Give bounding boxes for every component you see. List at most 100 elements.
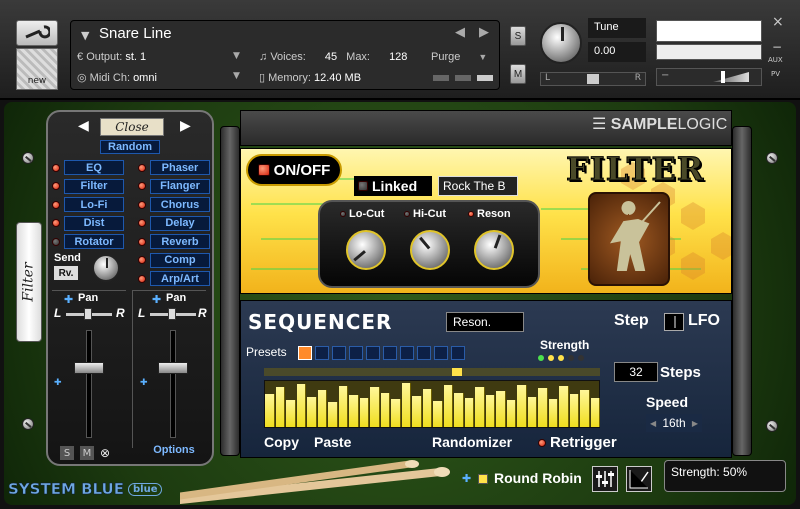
new-button[interactable]: new [16,48,58,90]
volume-slider[interactable]: − [656,68,762,86]
fx-led-icon[interactable] [52,163,60,172]
close-instrument-button[interactable]: × [772,14,784,30]
sequencer-step-bar[interactable] [412,395,422,427]
preset-slot[interactable] [315,346,329,360]
send-knob[interactable] [92,254,120,282]
fx-button-chorus[interactable]: Chorus [150,197,210,212]
tune-value[interactable]: 0.00 [588,42,646,62]
sequencer-step-bar[interactable] [380,392,390,427]
paste-button[interactable]: Paste [314,434,351,450]
fx-led-icon[interactable] [138,237,146,246]
sequencer-step-bar[interactable] [485,395,495,427]
sequencer-step-bar[interactable] [506,399,516,427]
sequencer-target-select[interactable]: Reson. [446,312,524,332]
sequencer-step-bar[interactable] [569,394,579,427]
fx-button-arpart[interactable]: Arp/Art [150,271,210,286]
sequencer-step-bar[interactable] [359,398,369,427]
sequencer-step-bar[interactable] [464,397,474,427]
step-lfo-toggle[interactable] [664,313,684,331]
preset-slot[interactable] [383,346,397,360]
fx-button-dist[interactable]: Dist [64,215,124,231]
wrench-button[interactable] [16,20,58,46]
fx-led-icon[interactable] [138,219,146,227]
sequencer-step-bar[interactable] [265,393,275,427]
output-dropdown-arrow[interactable]: ▼ [233,51,240,61]
next-arrow-icon[interactable]: ▶ [180,118,191,134]
fader-track-left[interactable] [86,330,92,438]
preset-slot[interactable] [400,346,414,360]
fx-button-reverb[interactable]: Reverb [150,234,210,249]
sequencer-step-bar[interactable] [517,384,527,427]
sequencer-step-bar[interactable] [349,394,359,427]
midi-dropdown-arrow[interactable]: ▼ [233,71,240,81]
pan-slider-handle[interactable] [587,74,599,84]
sequencer-step-bar[interactable] [496,391,506,427]
pan-handle-left[interactable] [84,308,92,320]
fx-led-icon[interactable] [138,256,146,264]
fx-button-phaser[interactable]: Phaser [150,160,210,175]
sequencer-step-bar[interactable] [307,397,317,427]
preset-slot[interactable] [451,346,465,360]
link-icon[interactable]: ⊗ [100,446,114,460]
tune-knob[interactable] [540,22,582,64]
max-value[interactable]: 128 [389,51,407,63]
sequencer-step-bar[interactable] [433,400,443,427]
fx-led-icon[interactable] [138,274,146,283]
sequencer-step-bar[interactable] [454,393,464,427]
close-button[interactable]: Close [100,118,164,136]
steps-input[interactable]: 32 [614,362,658,382]
sequencer-step-bar[interactable] [580,390,590,427]
output-field[interactable]: € Output: st. 1 [77,51,146,63]
fx-led-icon[interactable] [138,163,146,172]
sequencer-step-bar[interactable] [443,385,453,427]
sequencer-step-bar[interactable] [338,385,348,427]
pv-button[interactable]: PV [771,70,780,78]
strength-leds[interactable] [538,355,584,361]
fx-led-icon[interactable] [138,200,146,209]
preset-slot[interactable] [349,346,363,360]
sequencer-step-bar[interactable] [590,398,600,427]
sequencer-step-bar[interactable] [527,396,537,427]
sequencer-step-bar[interactable] [538,388,548,427]
sequencer-step-bar[interactable] [370,386,380,427]
volume-handle[interactable] [721,71,725,83]
sequencer-step-bar[interactable] [275,387,285,427]
filter-preset-select[interactable]: Rock The B [438,176,518,196]
fader-handle-left[interactable] [74,362,104,374]
fx-button-comp[interactable]: Comp [150,252,210,268]
randomizer-button[interactable]: Randomizer [432,434,512,450]
fx-button-flanger[interactable]: Flanger [150,178,210,194]
prev-instrument-button[interactable]: ◀ [455,25,465,40]
fx-button-delay[interactable]: Delay [150,215,210,231]
fader-track-right[interactable] [170,330,176,438]
options-button[interactable]: Options [146,442,202,458]
next-instrument-button[interactable]: ▶ [479,25,489,40]
fx-button-rotator[interactable]: Rotator [64,234,124,249]
fx-button-eq[interactable]: EQ [64,160,124,175]
round-robin-checkbox[interactable] [478,474,488,484]
solo-button[interactable]: S [510,26,526,46]
aux-button[interactable]: AUX [768,56,783,64]
copy-button[interactable]: Copy [264,434,299,450]
speed-prev-icon[interactable]: ◀ [650,419,656,428]
minimize-button[interactable]: − [772,40,782,54]
graph-button[interactable] [626,466,652,492]
sequencer-step-bar[interactable] [317,390,327,427]
sequencer-step-bar[interactable] [422,389,432,427]
preset-slot[interactable] [417,346,431,360]
filter-knob-reson[interactable] [474,230,514,270]
mute-button[interactable]: M [510,64,526,84]
random-button[interactable]: Random [100,140,160,154]
fx-led-icon[interactable] [52,200,60,209]
sequencer-step-bar[interactable] [548,398,558,427]
sequencer-step-bar[interactable] [401,383,411,427]
sequencer-step-bar[interactable] [475,386,485,427]
mute-small-button[interactable]: M [80,446,94,460]
sequencer-grid[interactable] [264,380,600,428]
instrument-menu-arrow[interactable]: ▼ [81,29,89,42]
linked-toggle[interactable]: Linked [354,176,432,196]
filter-onoff-button[interactable]: ON/OFF [246,154,342,186]
fx-led-icon[interactable] [52,182,60,190]
prev-arrow-icon[interactable]: ◀ [78,118,89,134]
filter-side-tab[interactable]: Filter [16,222,42,342]
